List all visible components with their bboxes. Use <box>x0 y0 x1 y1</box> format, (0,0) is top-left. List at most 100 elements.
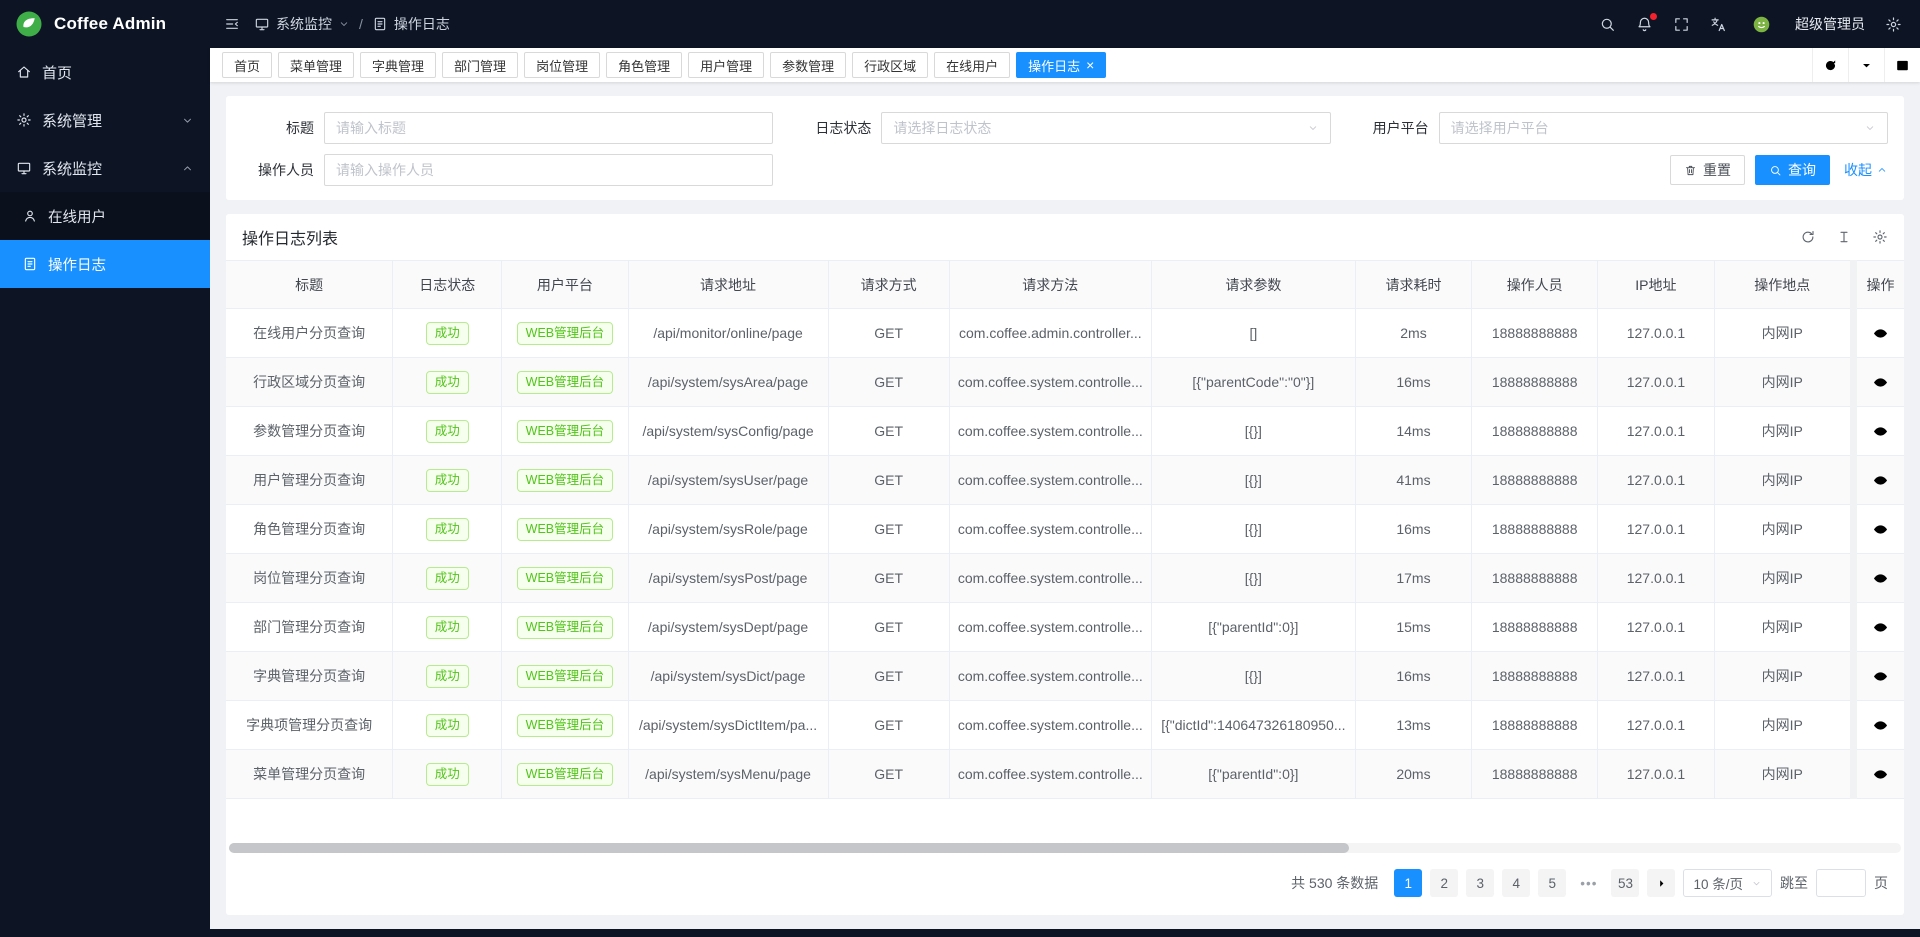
notification-bell-icon[interactable] <box>1636 16 1653 33</box>
column-header: 请求参数 <box>1151 261 1355 309</box>
view-detail-eye-icon[interactable] <box>1872 325 1889 342</box>
table-row: 部门管理分页查询成功WEB管理后台/api/system/sysDept/pag… <box>226 603 1904 652</box>
tab-item-9[interactable]: 在线用户 <box>934 52 1010 78</box>
horizontal-scrollbar-thumb[interactable] <box>229 843 1349 853</box>
cell-params: [{}] <box>1151 505 1355 554</box>
row-height-icon[interactable] <box>1836 229 1852 245</box>
page-size-select[interactable]: 10 条/页 <box>1683 869 1772 897</box>
platform-filter-field: 用户平台 请选择用户平台 <box>1357 112 1888 144</box>
tab-item-8[interactable]: 行政区域 <box>852 52 928 78</box>
status-filter-select[interactable]: 请选择日志状态 <box>881 112 1330 144</box>
translate-icon[interactable] <box>1710 16 1727 33</box>
avatar[interactable] <box>1747 10 1775 38</box>
view-detail-eye-icon[interactable] <box>1872 521 1889 538</box>
tab-item-0[interactable]: 首页 <box>222 52 272 78</box>
platform-badge: WEB管理后台 <box>517 665 613 688</box>
tab-item-2[interactable]: 字典管理 <box>360 52 436 78</box>
notification-dot <box>1650 13 1657 20</box>
tabs-menu-chevron-icon[interactable] <box>1848 48 1884 82</box>
platform-badge: WEB管理后台 <box>517 714 613 737</box>
tab-item-7[interactable]: 参数管理 <box>770 52 846 78</box>
platform-filter-placeholder: 请选择用户平台 <box>1451 118 1549 138</box>
sidebar-item-home[interactable]: 首页 <box>0 48 210 96</box>
cell-platform: WEB管理后台 <box>502 603 628 652</box>
monitor-icon <box>16 160 32 176</box>
cell-params: [{}] <box>1151 652 1355 701</box>
operator-filter-label: 操作人员 <box>242 160 324 180</box>
tab-item-1[interactable]: 菜单管理 <box>278 52 354 78</box>
collapse-filter-link[interactable]: 收起 <box>1844 160 1888 180</box>
cell-title: 部门管理分页查询 <box>226 603 393 652</box>
page-content: 标题 日志状态 请选择日志状态 用户平台 请选择用户平台 <box>210 82 1920 929</box>
app-logo[interactable]: Coffee Admin <box>0 0 210 48</box>
platform-filter-select[interactable]: 请选择用户平台 <box>1439 112 1888 144</box>
page-button-2[interactable]: 2 <box>1430 869 1458 897</box>
cell-action <box>1853 505 1904 554</box>
tab-item-3[interactable]: 部门管理 <box>442 52 518 78</box>
menu-collapse-icon[interactable] <box>224 16 240 32</box>
view-detail-eye-icon[interactable] <box>1872 619 1889 636</box>
sidebar-item-log[interactable]: 操作日志 <box>0 240 210 288</box>
cell-request-url: /api/system/sysRole/page <box>628 505 828 554</box>
tab-item-active[interactable]: 操作日志× <box>1016 52 1106 78</box>
column-header: 请求方法 <box>949 261 1151 309</box>
view-detail-eye-icon[interactable] <box>1872 570 1889 587</box>
tab-close-icon[interactable]: × <box>1086 58 1094 72</box>
view-detail-eye-icon[interactable] <box>1872 374 1889 391</box>
view-detail-eye-icon[interactable] <box>1872 717 1889 734</box>
search-icon <box>1769 164 1782 177</box>
search-button[interactable]: 查询 <box>1755 155 1830 185</box>
status-badge: 成功 <box>426 763 469 786</box>
view-detail-eye-icon[interactable] <box>1872 472 1889 489</box>
page-button-53[interactable]: 53 <box>1611 869 1639 897</box>
settings-gear-icon[interactable] <box>1885 16 1902 33</box>
reset-button-label: 重置 <box>1703 160 1731 180</box>
sidebar-item-user[interactable]: 在线用户 <box>0 192 210 240</box>
cell-title: 角色管理分页查询 <box>226 505 393 554</box>
next-page-button[interactable] <box>1647 869 1675 897</box>
status-filter-label: 日志状态 <box>799 118 881 138</box>
breadcrumb-item-parent[interactable]: 系统监控 <box>276 14 332 34</box>
view-detail-eye-icon[interactable] <box>1872 423 1889 440</box>
fullscreen-icon[interactable] <box>1673 16 1690 33</box>
chevron-down-icon <box>1751 878 1762 889</box>
tab-label: 用户管理 <box>700 56 752 75</box>
title-filter-input[interactable] <box>324 112 773 144</box>
sidebar-item-gear[interactable]: 系统管理 <box>0 96 210 144</box>
page-button-1[interactable]: 1 <box>1394 869 1422 897</box>
search-icon[interactable] <box>1599 16 1616 33</box>
view-detail-eye-icon[interactable] <box>1872 766 1889 783</box>
view-detail-eye-icon[interactable] <box>1872 668 1889 685</box>
column-header: 请求方式 <box>828 261 949 309</box>
cell-request-method: GET <box>828 701 949 750</box>
platform-badge: WEB管理后台 <box>517 322 613 345</box>
app-logo-icon <box>14 9 44 39</box>
cell-operator: 18888888888 <box>1472 456 1598 505</box>
refresh-page-icon[interactable] <box>1812 48 1848 82</box>
layout-toggle-icon[interactable] <box>1884 48 1920 82</box>
jump-label: 跳至 <box>1780 873 1808 893</box>
user-icon <box>22 208 38 224</box>
username[interactable]: 超级管理员 <box>1795 14 1865 34</box>
tab-item-6[interactable]: 用户管理 <box>688 52 764 78</box>
cell-ip: 127.0.0.1 <box>1598 505 1714 554</box>
page-button-3[interactable]: 3 <box>1466 869 1494 897</box>
refresh-table-icon[interactable] <box>1800 229 1816 245</box>
page-button-4[interactable]: 4 <box>1502 869 1530 897</box>
reset-button[interactable]: 重置 <box>1670 155 1745 185</box>
cell-ip: 127.0.0.1 <box>1598 554 1714 603</box>
page-ellipsis: ••• <box>1574 869 1603 897</box>
column-settings-gear-icon[interactable] <box>1872 229 1888 245</box>
horizontal-scrollbar[interactable] <box>229 843 1901 853</box>
cell-ip: 127.0.0.1 <box>1598 407 1714 456</box>
operator-filter-input[interactable] <box>324 154 773 186</box>
cell-location: 内网IP <box>1714 603 1853 652</box>
cell-operator: 18888888888 <box>1472 750 1598 799</box>
status-badge: 成功 <box>426 420 469 443</box>
sidebar-item-monitor[interactable]: 系统监控 <box>0 144 210 192</box>
tab-item-5[interactable]: 角色管理 <box>606 52 682 78</box>
jump-page-input[interactable] <box>1816 869 1866 897</box>
page-button-5[interactable]: 5 <box>1538 869 1566 897</box>
title-filter-field: 标题 <box>242 112 773 144</box>
tab-item-4[interactable]: 岗位管理 <box>524 52 600 78</box>
